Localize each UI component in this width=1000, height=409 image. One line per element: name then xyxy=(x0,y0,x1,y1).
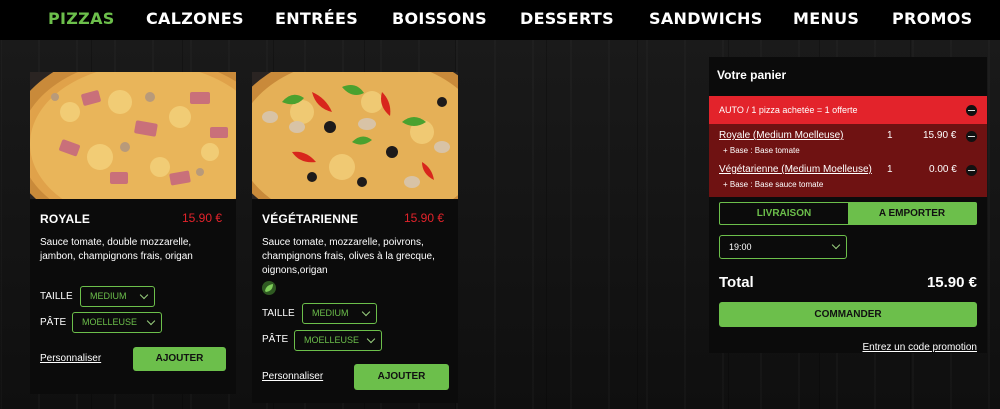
product-price: 15.90 € xyxy=(404,211,445,225)
total-value: 15.90 € xyxy=(926,274,977,291)
time-select[interactable]: 19:00 xyxy=(719,235,847,259)
crust-select[interactable]: MOELLEUSE xyxy=(72,312,162,333)
delivery-mode-toggle: LIVRAISON A EMPORTER xyxy=(719,202,977,225)
cart-line-name[interactable]: Végétarienne (Medium Moelleuse) xyxy=(719,164,872,175)
order-button[interactable]: COMMANDER xyxy=(719,302,977,327)
cart-line-detail: + Base : Base sauce tomate xyxy=(723,180,824,189)
nav-item-calzones[interactable]: CALZONES xyxy=(146,9,244,28)
nav-item-entrees[interactable]: ENTRÉES xyxy=(275,9,358,28)
crust-select[interactable]: MOELLEUSE xyxy=(294,330,382,351)
product-card-royale: ROYALE 15.90 € Sauce tomate, double mozz… xyxy=(30,72,236,394)
product-name: VÉGÉTARIENNE xyxy=(262,212,359,226)
time-select-value: 19:00 xyxy=(729,242,752,252)
cart-line-qty: 1 xyxy=(887,130,893,141)
product-name: ROYALE xyxy=(40,212,91,226)
leaf-icon xyxy=(262,281,276,295)
cart-line-name[interactable]: Royale (Medium Moelleuse) xyxy=(719,130,844,141)
remove-promo-icon[interactable] xyxy=(966,105,977,116)
crust-select-value: MOELLEUSE xyxy=(82,317,138,327)
cart-title: Votre panier xyxy=(717,68,787,82)
size-select-value: MEDIUM xyxy=(90,291,127,301)
nav-item-boissons[interactable]: BOISSONS xyxy=(392,9,487,28)
remove-item-icon[interactable] xyxy=(966,165,977,176)
product-description: Sauce tomate, mozzarelle, poivrons, cham… xyxy=(262,237,435,276)
promo-banner: AUTO / 1 pizza achetée = 1 offerte xyxy=(709,96,987,124)
cart-line-detail: + Base : Base tomate xyxy=(723,146,800,155)
promo-text: AUTO / 1 pizza achetée = 1 offerte xyxy=(719,105,858,115)
pizza-vegetarienne-image xyxy=(252,72,458,199)
cart-panel: Votre panier AUTO / 1 pizza achetée = 1 … xyxy=(709,57,987,353)
chevron-down-icon xyxy=(366,334,376,344)
product-card-vegetarienne: VÉGÉTARIENNE 15.90 € Sauce tomate, mozza… xyxy=(252,72,458,403)
crust-label: PÂTE xyxy=(40,317,67,328)
nav-item-promos[interactable]: PROMOS xyxy=(892,9,973,28)
size-label: TAILLE xyxy=(40,291,73,302)
takeaway-option[interactable]: A EMPORTER xyxy=(848,203,976,224)
cart-line-price: 0.00 € xyxy=(929,164,957,175)
nav-item-menus[interactable]: MENUS xyxy=(793,9,859,28)
size-select[interactable]: MEDIUM xyxy=(302,303,377,324)
nav-item-desserts[interactable]: DESSERTS xyxy=(520,9,614,28)
product-price: 15.90 € xyxy=(182,211,223,225)
cart-lines: Royale (Medium Moelleuse) 1 15.90 € + Ba… xyxy=(709,124,987,197)
size-label: TAILLE xyxy=(262,308,295,319)
chevron-down-icon xyxy=(361,307,371,317)
chevron-down-icon xyxy=(831,240,841,250)
promo-code-link[interactable]: Entrez un code promotion xyxy=(862,342,977,353)
size-select-value: MEDIUM xyxy=(312,308,349,318)
delivery-option[interactable]: LIVRAISON xyxy=(720,203,848,224)
customize-link[interactable]: Personnaliser xyxy=(40,353,101,364)
total-label: Total xyxy=(719,274,754,291)
chevron-down-icon xyxy=(146,316,156,326)
crust-select-value: MOELLEUSE xyxy=(304,335,360,345)
cart-line-price: 15.90 € xyxy=(923,130,957,141)
size-select[interactable]: MEDIUM xyxy=(80,286,155,307)
add-to-cart-button[interactable]: AJOUTER xyxy=(354,364,449,390)
nav-item-sandwichs[interactable]: SANDWICHS xyxy=(649,9,763,28)
crust-label: PÂTE xyxy=(262,334,289,345)
add-to-cart-button[interactable]: AJOUTER xyxy=(133,347,226,371)
chevron-down-icon xyxy=(139,290,149,300)
customize-link[interactable]: Personnaliser xyxy=(262,371,323,382)
cart-line-qty: 1 xyxy=(887,164,893,175)
pizza-royale-image xyxy=(30,72,236,199)
top-navigation: PIZZAS CALZONES ENTRÉES BOISSONS DESSERT… xyxy=(0,0,1000,40)
product-description: Sauce tomate, double mozzarelle, jambon,… xyxy=(40,237,193,262)
remove-item-icon[interactable] xyxy=(966,131,977,142)
nav-item-pizzas[interactable]: PIZZAS xyxy=(48,9,115,28)
